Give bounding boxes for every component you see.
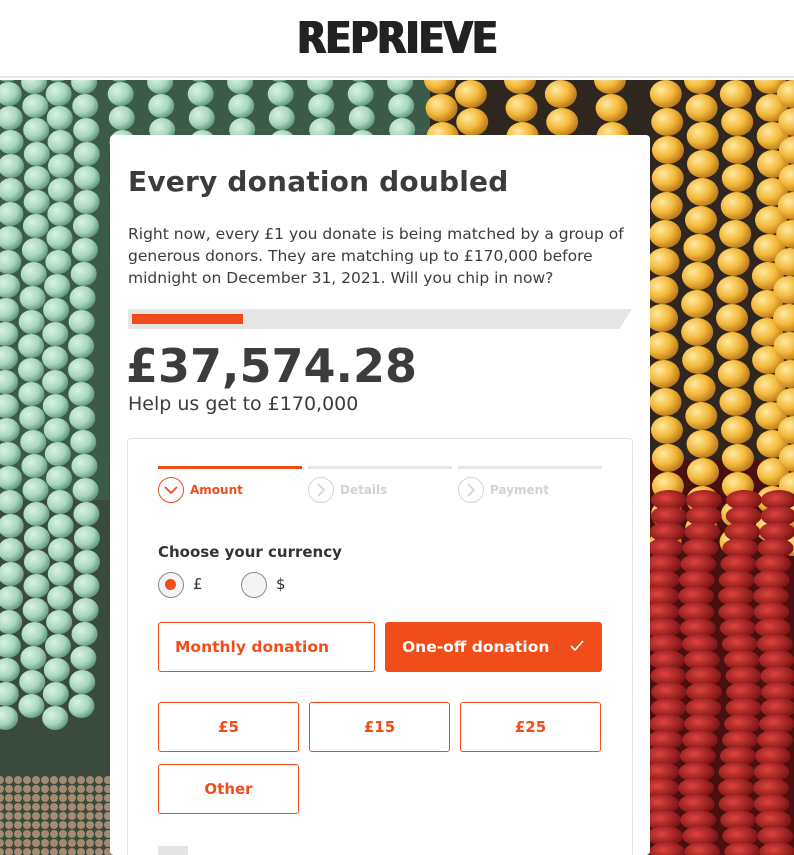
amount-label: £25 <box>514 718 547 736</box>
step-label: Details <box>340 483 388 497</box>
donation-form: Amount Details Payment Choose your curre… <box>127 438 633 855</box>
amount-button-other[interactable]: Other <box>158 764 299 814</box>
donation-card: Every donation doubled Right now, every … <box>110 135 650 855</box>
amount-raised: £37,574.28 <box>126 339 418 393</box>
amount-label: Other <box>204 780 253 798</box>
chevron-right-icon <box>458 477 484 503</box>
currency-usd-label: $ <box>276 575 286 593</box>
step-label: Amount <box>190 483 243 497</box>
reprieve-logo[interactable]: REPRIEVE <box>297 8 498 68</box>
progress-bar <box>128 309 632 329</box>
campaign-intro: Right now, every £1 you donate is being … <box>128 225 624 287</box>
monthly-donation-label: Monthly donation <box>175 638 330 656</box>
one-off-donation-button[interactable]: One-off donation <box>385 622 602 672</box>
step-bar <box>158 466 302 469</box>
amount-button-15[interactable]: £15 <box>309 702 450 752</box>
amount-label: £15 <box>363 718 396 736</box>
campaign-title: Every donation doubled <box>128 165 509 198</box>
check-icon <box>570 640 584 652</box>
currency-radio-usd[interactable] <box>241 572 267 598</box>
amount-button-5[interactable]: £5 <box>158 702 299 752</box>
step-amount[interactable]: Amount <box>158 466 302 503</box>
chevron-down-icon <box>158 477 184 503</box>
progress-fill <box>132 314 243 324</box>
step-bar <box>308 466 452 469</box>
amount-button-25[interactable]: £25 <box>460 702 601 752</box>
currency-label: Choose your currency <box>158 543 342 561</box>
step-payment[interactable]: Payment <box>458 466 602 503</box>
one-off-donation-label: One-off donation <box>402 638 550 656</box>
step-label: Payment <box>490 483 549 497</box>
site-header: REPRIEVE <box>0 0 794 78</box>
monthly-donation-button[interactable]: Monthly donation <box>158 622 375 672</box>
currency-radio-gbp[interactable] <box>158 572 184 598</box>
currency-gbp-label: £ <box>193 575 203 593</box>
chevron-right-icon <box>308 477 334 503</box>
custom-amount-tab[interactable] <box>158 846 188 855</box>
step-bar <box>458 466 602 469</box>
amount-label: £5 <box>218 718 239 736</box>
goal-text: Help us get to £170,000 <box>128 393 359 415</box>
step-details[interactable]: Details <box>308 466 452 503</box>
